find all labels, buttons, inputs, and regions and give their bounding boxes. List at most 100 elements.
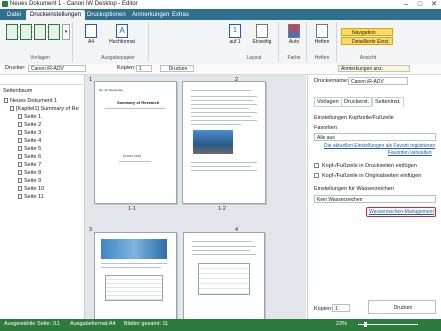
tree-item-document[interactable]: Neues Dokument 1 [4,97,57,105]
staple-button[interactable]: Heften [312,24,332,45]
page-thumbnail[interactable]: No. 22 September Summary of Research 10 … [94,81,177,204]
tree-item-page[interactable]: Seite 8 [18,169,41,177]
tab-anmerkungen[interactable]: Anmerkungen [128,10,173,20]
template-icon[interactable] [6,24,18,40]
duplex-button[interactable]: Einseitig [250,24,274,45]
template-icon[interactable] [20,24,32,40]
group-separator [278,22,279,62]
tree-item-chapter[interactable]: [Kapitel1] Summary of Re [10,105,79,113]
tab-extras[interactable]: Extras [168,10,193,20]
navigation-button[interactable]: Navigation [341,28,393,36]
text-line [191,108,249,109]
text-line [191,162,257,163]
close-button[interactable]: ✕ [427,0,441,9]
header-footer-print-checkbox[interactable]: Kopf-/Fußzeile in Druckseiten einfügen [314,163,417,169]
detailed-settings-button[interactable]: Detaillierte Einst [341,37,393,45]
text-line [191,116,251,117]
printer-label: Drucker: [5,65,26,71]
tree-item-page[interactable]: Seite 3 [18,129,41,137]
group-label-heften: Heften [314,55,330,61]
printer-name-select[interactable]: Canon iR-ADV [348,77,408,85]
show-annotations-button[interactable]: Anmerkungen anz. [338,65,410,72]
ribbon: ▾ Vorlagen A4 A Hochformat Ausgabepapier… [0,20,441,65]
tree-item-page[interactable]: Seite 5 [18,145,41,153]
document-icon [4,98,8,104]
tree-item-page[interactable]: Seite 6 [18,153,41,161]
page-header-text: No. 22 September [99,88,124,92]
group-separator [306,22,307,62]
group-separator [336,22,337,62]
tree-item-page[interactable]: Seite 11 [18,193,44,201]
tab-vorlagen[interactable]: Vorlagen [314,97,342,107]
watermark-select[interactable]: Kein Wasserzeichen [314,195,436,203]
status-bar: Ausgewählte Seite: /11 Ausgabeformat:A4 … [0,319,441,331]
page-icon [18,130,22,136]
zoom-slider[interactable] [358,324,418,325]
header-footer-original-checkbox[interactable]: Kopf-/Fußzeile in Originalseiten einfüge… [314,173,421,179]
tree-item-page[interactable]: Seite 4 [18,137,41,145]
page-tree-pane: Seitenbaum Neues Dokument 1 [Kapitel1] S… [0,75,85,319]
section-header-footer-title: Einstellungen Kopfzeile/Fußzeile [314,115,394,121]
page-thumbnail[interactable] [94,232,177,319]
page-icon [18,138,22,144]
single-sided-icon [256,24,268,38]
page-thumbnail[interactable] [182,81,266,204]
ribbon-tab-bar: Datei Druckeinstellungen Druckoptionen A… [0,9,441,20]
tab-druckoptionen[interactable]: Druckoptionen [83,10,130,20]
zoom-slider-handle[interactable] [364,322,367,327]
portrait-icon: A [116,24,128,38]
text-line [192,250,250,251]
minimize-button[interactable]: – [399,0,413,9]
printer-name-label: Druckername: [314,78,349,84]
text-line [191,90,251,91]
tree-item-page[interactable]: Seite 7 [18,161,41,169]
template-icon[interactable] [34,24,46,40]
text-line [119,161,151,162]
page-icon [18,146,22,152]
print-button[interactable]: Drucken [368,300,436,314]
pages-per-sheet-button[interactable]: 1 auf 1 [224,24,246,45]
tab-druckerst[interactable]: Druckerst. [341,97,373,107]
paper-size-button[interactable]: A4 [80,24,102,45]
group-label-farbe: Farbe [287,55,301,61]
copies-input[interactable]: 1 [332,304,350,312]
layout-icon: 1 [229,24,241,38]
divider [0,84,84,85]
text-line [101,263,167,264]
register-favorite-link[interactable]: Die aktuellen Einstellungen als Favorit … [324,143,435,149]
scroll-templates-icon[interactable]: ▾ [62,24,70,40]
manage-favorites-link[interactable]: Favoriten verwalten [388,150,432,156]
copies-label: Kopien: [314,306,333,312]
tree-item-page[interactable]: Seite 10 [18,185,44,193]
print-button[interactable]: Drucken [160,65,194,72]
tree-item-page[interactable]: Seite 9 [18,177,41,185]
template-icon[interactable] [48,24,60,40]
copies-input[interactable]: 1 [136,65,152,72]
page-title-text: Summary of Research [117,100,160,105]
text-line [191,96,257,97]
tab-seiteninst[interactable]: Seitenlnst. [372,97,404,107]
text-line [191,104,257,105]
checkbox-icon [314,163,319,169]
maximize-button[interactable]: □ [413,0,427,9]
color-icon [288,24,300,38]
page-icon [18,162,22,168]
settings-pane: Druckername: Canon iR-ADV Vorlagen Druck… [307,75,441,319]
printer-select[interactable]: Canon iR-ADV [28,65,86,72]
watermark-management-link[interactable]: Wasserzeichen-Management [369,209,434,215]
text-line [192,241,252,242]
page-icon [18,194,22,200]
page-date-text: 10 MAY 2010 [123,154,141,158]
color-mode-button[interactable]: Auto [284,24,304,45]
page-thumbnail[interactable] [183,232,265,319]
text-line [191,100,253,101]
tree-item-page[interactable]: Seite 2 [18,121,41,129]
window-title: Neues Dokument 1 - Canon iW Desktop - Ed… [10,1,138,7]
tab-datei[interactable]: Datei [3,10,25,20]
tab-druckeinstellungen[interactable]: Druckeinstellungen [26,10,86,20]
orientation-button[interactable]: A Hochformat [106,24,138,45]
favorites-select[interactable]: Alle aus [314,133,436,141]
page-number: 3 [89,227,93,233]
tree-item-page[interactable]: Seite 1 [18,113,41,121]
page-label: 1-2 [218,206,226,212]
